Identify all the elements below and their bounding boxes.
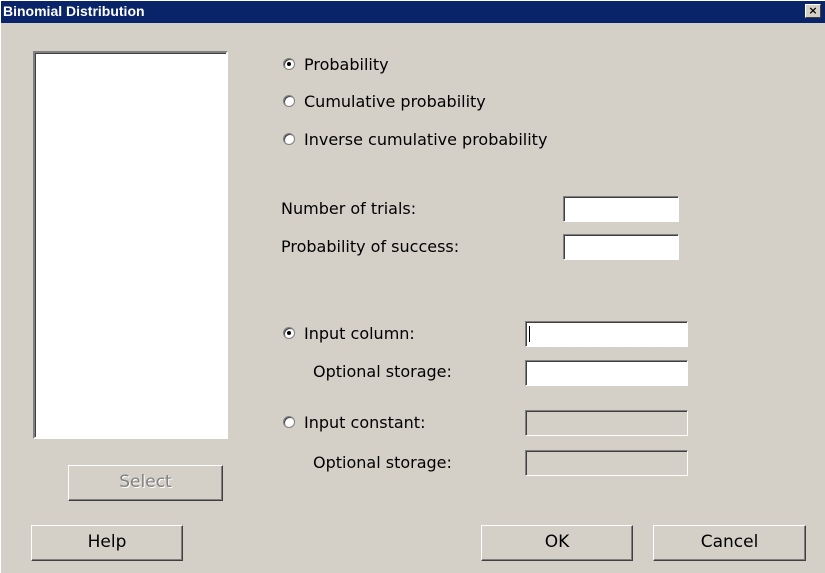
help-button-label: Help <box>87 532 127 552</box>
radio-inverse-cumulative-probability-label: Inverse cumulative probability <box>304 129 548 149</box>
radio-selected-dot <box>287 62 291 66</box>
radio-cumulative-probability[interactable]: Cumulative probability <box>283 89 486 113</box>
radio-input-constant-indicator[interactable] <box>283 416 295 428</box>
radio-probability-label: Probability <box>304 54 389 74</box>
radio-selected-dot <box>287 331 291 335</box>
close-icon: × <box>808 4 818 17</box>
optional-storage-input[interactable] <box>525 360 688 386</box>
probability-of-success-input[interactable] <box>563 234 679 260</box>
radio-cumulative-probability-label: Cumulative probability <box>304 91 486 111</box>
radio-cumulative-probability-indicator[interactable] <box>283 95 295 107</box>
radio-input-column-label: Input column: <box>304 323 415 343</box>
close-button[interactable]: × <box>805 4 821 18</box>
radio-input-column[interactable]: Input column: <box>283 321 415 345</box>
radio-input-column-indicator[interactable] <box>283 327 295 339</box>
title-bar[interactable]: Binomial Distribution × <box>1 1 825 23</box>
input-column-field[interactable] <box>525 321 688 347</box>
number-of-trials-input[interactable] <box>563 196 679 222</box>
ok-button-label: OK <box>544 532 570 552</box>
text-caret <box>529 326 530 342</box>
optional-storage-constant-input[interactable] <box>525 450 688 476</box>
dialog-title: Binomial Distribution <box>3 3 145 19</box>
radio-input-constant-label: Input constant: <box>304 412 426 432</box>
optional-storage-constant-label: Optional storage: <box>313 453 452 472</box>
radio-probability[interactable]: Probability <box>283 52 389 76</box>
select-button[interactable]: Select <box>68 465 223 501</box>
select-button-label: Select <box>119 472 172 492</box>
cancel-button-label: Cancel <box>700 532 759 552</box>
radio-inverse-cumulative-probability[interactable]: Inverse cumulative probability <box>283 127 547 151</box>
radio-input-constant[interactable]: Input constant: <box>283 410 425 434</box>
optional-storage-label: Optional storage: <box>313 362 452 381</box>
probability-of-success-label: Probability of success: <box>281 237 460 256</box>
number-of-trials-label: Number of trials: <box>281 199 417 218</box>
input-constant-input[interactable] <box>525 410 688 436</box>
cancel-button[interactable]: Cancel <box>653 525 806 561</box>
ok-button[interactable]: OK <box>481 525 633 561</box>
help-button[interactable]: Help <box>31 525 183 561</box>
radio-inverse-cumulative-probability-indicator[interactable] <box>283 133 295 145</box>
variables-listbox[interactable] <box>33 51 228 439</box>
radio-probability-indicator[interactable] <box>283 58 295 70</box>
dialog-window: Binomial Distribution × Select Probabili… <box>0 0 825 573</box>
